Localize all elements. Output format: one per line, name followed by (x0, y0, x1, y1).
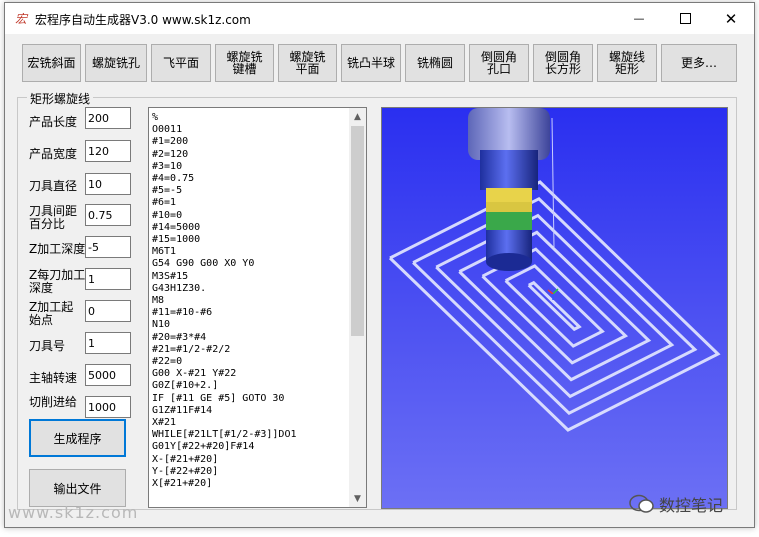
gcode-line: X-[#21+#20] (152, 453, 219, 465)
btn-helix-hole[interactable]: 螺旋铣孔 (85, 44, 147, 82)
gcode-line: #3=10 (152, 160, 183, 172)
app-icon: 宏 (15, 12, 28, 26)
param-label: Z加工深度 (29, 242, 86, 256)
tool-number-input[interactable] (85, 332, 131, 354)
gcode-line: M6T1 (152, 246, 177, 258)
param-label: 刀具间距 百分比 (29, 204, 78, 231)
close-button[interactable]: ✕ (708, 3, 754, 34)
btn-hemisphere[interactable]: 铣凸半球 (341, 44, 401, 82)
scroll-up-icon[interactable]: ▲ (349, 108, 366, 125)
gcode-line: #6=1 (152, 197, 177, 209)
gcode-line: G54 G90 G00 X0 Y0 (152, 258, 255, 270)
gcode-scrollbar[interactable]: ▲ ▼ (349, 108, 366, 507)
gcode-line: #20=#3*#4 (152, 331, 207, 343)
btn-helix-slope[interactable]: 宏铣斜面 (22, 44, 81, 82)
param-label: 刀具直径 (29, 179, 78, 193)
toolpath-viewport[interactable] (381, 107, 728, 509)
gcode-line: G43H1Z30. (152, 282, 207, 294)
toolpath-preview (382, 108, 727, 508)
maximize-button[interactable] (662, 3, 708, 34)
tool-band-green (486, 212, 532, 230)
watermark-brand-text: 数控笔记 (659, 496, 724, 515)
btn-ellipse[interactable]: 铣椭圆 (405, 44, 465, 82)
gcode-line: G0Z[#10+2.] (152, 380, 219, 392)
title-bar: 宏 宏程序自动生成器V3.0 www.sk1z.com — ✕ (5, 3, 754, 34)
feed-rate-input[interactable] (85, 396, 131, 418)
btn-helix-keyway[interactable]: 螺旋铣 键槽 (215, 44, 274, 82)
param-label: 产品宽度 (29, 147, 78, 161)
scroll-thumb[interactable] (351, 126, 364, 336)
gcode-line: O0011 (152, 124, 183, 136)
viewport-background (382, 108, 727, 508)
maximize-icon (679, 13, 691, 24)
tool-band-yellow (486, 188, 532, 202)
gcode-line: N10 (152, 319, 171, 331)
gcode-textarea[interactable]: % O0011 #1=200 #2=120 #3=10 #4=0.75 #5=-5 #6=1 #… (148, 107, 367, 508)
minimize-button[interactable]: — (616, 3, 662, 34)
z-start-input[interactable] (85, 300, 131, 322)
generate-button[interactable]: 生成程序 (29, 419, 126, 457)
gcode-line: #15=1000 (152, 234, 201, 246)
spindle-speed-input[interactable] (85, 364, 131, 386)
gcode-line: #21=#1/2-#2/2 (152, 343, 231, 355)
gcode-line: IF [#11 GE #5] GOTO 30 (152, 392, 285, 404)
gcode-line: % (152, 112, 159, 123)
gcode-line: #22=0 (152, 356, 183, 368)
gcode-line: #5=-5 (152, 185, 183, 197)
gcode-line: #10=0 (152, 209, 183, 221)
group-title: 矩形螺旋线 (27, 90, 94, 107)
export-button[interactable]: 输出文件 (29, 469, 126, 507)
gcode-line: WHILE[#21LT[#1/2-#3]]DO1 (152, 429, 297, 441)
param-label: Z加工起 始点 (29, 300, 74, 327)
scroll-down-icon[interactable]: ▼ (349, 490, 366, 507)
param-label: 主轴转速 (29, 371, 78, 385)
btn-fillet-rect[interactable]: 倒圆角 长方形 (533, 44, 593, 82)
param-label: Z每刀加工 深度 (29, 268, 86, 295)
gcode-line: X#21 (152, 417, 177, 429)
gcode-line: M8 (152, 295, 165, 307)
tool-band-gold (486, 202, 532, 212)
gcode-line: G01Y[#22+#20]F#14 (152, 441, 255, 453)
length-input[interactable] (85, 107, 131, 129)
watermark-url: www.sk1z.com (8, 503, 139, 522)
param-label: 切削进给 (29, 395, 78, 409)
app-window: 宏 宏程序自动生成器V3.0 www.sk1z.com — ✕ 宏铣斜面 螺旋铣… (4, 2, 755, 528)
wechat-icon (629, 494, 654, 513)
gcode-line: G00 X-#21 Y#22 (152, 368, 237, 380)
btn-helix-plane[interactable]: 螺旋铣 平面 (278, 44, 337, 82)
btn-face-mill[interactable]: 飞平面 (151, 44, 211, 82)
param-label: 产品长度 (29, 115, 78, 129)
param-label: 刀具号 (29, 339, 66, 353)
gcode-line: #4=0.75 (152, 173, 195, 185)
gcode-line: #11=#10-#6 (152, 307, 213, 319)
gcode-lines: % O0011 #1=200 #2=120 #3=10 #4=0.75 #5=-5 #6=1 #… (152, 112, 347, 490)
tool-diameter-input[interactable] (85, 173, 131, 195)
stepover-input[interactable] (85, 204, 131, 226)
gcode-line: G1Z#11F#14 (152, 404, 213, 416)
width-input[interactable] (85, 140, 131, 162)
watermark-brand: 数控笔记 (629, 492, 723, 516)
minimize-icon: — (633, 12, 645, 25)
z-step-input[interactable] (85, 268, 131, 290)
gcode-line: Y-[#22+#20] (152, 465, 219, 477)
tool-collet (480, 150, 538, 190)
gcode-line: #2=120 (152, 148, 189, 160)
gcode-line: #1=200 (152, 136, 189, 148)
close-icon: ✕ (724, 9, 738, 28)
btn-more[interactable]: 更多… (661, 44, 737, 82)
btn-helix-rect[interactable]: 螺旋线 矩形 (597, 44, 657, 82)
gcode-line: X[#21+#20] (152, 478, 213, 490)
gcode-line: #14=5000 (152, 221, 201, 233)
btn-fillet-hole[interactable]: 倒圆角 孔口 (469, 44, 529, 82)
z-depth-input[interactable] (85, 236, 131, 258)
window-title: 宏程序自动生成器V3.0 www.sk1z.com (35, 13, 251, 27)
tool-tip (486, 253, 532, 271)
gcode-line: M3S#15 (152, 270, 189, 282)
